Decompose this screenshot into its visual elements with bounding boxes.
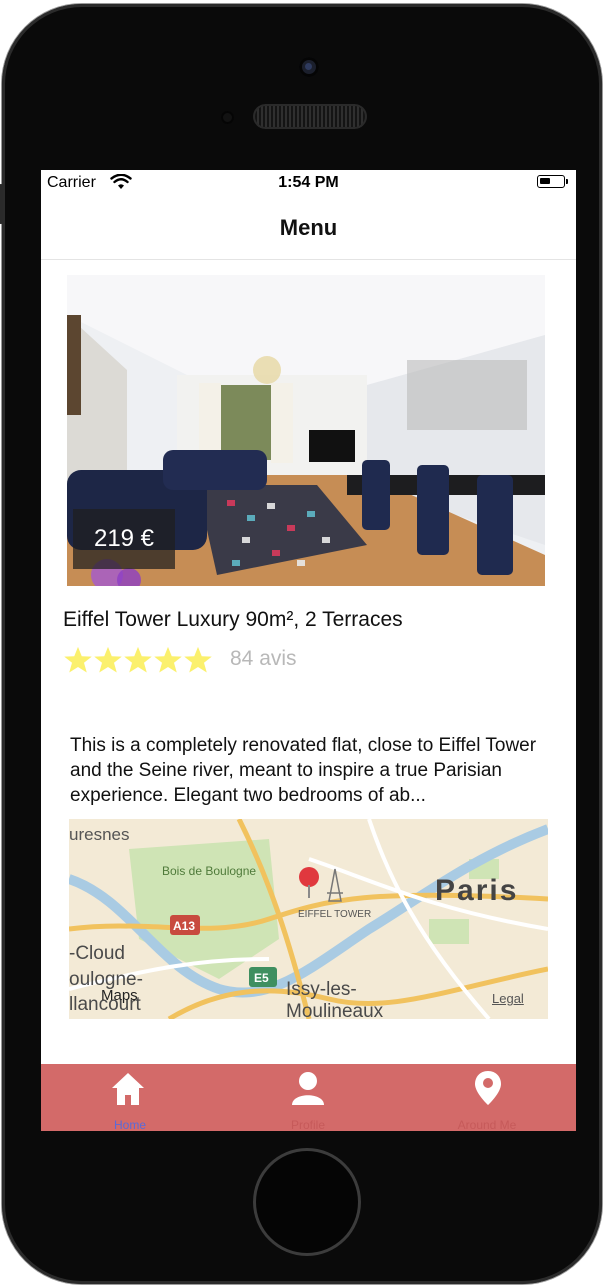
star-icon <box>154 646 182 673</box>
side-button <box>0 184 3 224</box>
map-label-e5: E5 <box>254 971 269 985</box>
home-icon <box>112 1073 144 1105</box>
map-label-eiffel: EIFFEL TOWER <box>298 909 372 920</box>
location-map[interactable]: uresnes Bois de Boulogne Paris EIFFEL TO… <box>69 819 548 1019</box>
tab-around-me[interactable]: Around Me <box>398 1064 576 1131</box>
map-label-a13: A13 <box>173 919 196 933</box>
map-label-suresnes: uresnes <box>69 825 130 844</box>
tab-home[interactable]: Home <box>41 1064 219 1131</box>
earpiece-speaker <box>253 104 367 129</box>
clock: 1:54 PM <box>278 174 339 191</box>
tab-profile-label: Profile <box>290 1118 325 1131</box>
map-label-issy: Issy-les- <box>286 979 357 1000</box>
star-icon <box>64 646 92 673</box>
status-bar: Carrier 1:54 PM <box>41 170 576 196</box>
location-pin-icon <box>475 1071 501 1105</box>
map-label-paris: Paris <box>435 874 519 907</box>
map-label-moulineaux: Moulineaux <box>286 1001 384 1019</box>
map-pin-icon <box>299 867 319 898</box>
rating-stars <box>63 645 213 677</box>
tab-home-label: Home <box>113 1118 146 1131</box>
review-count[interactable]: 84 avis <box>230 647 297 671</box>
page-title: Menu <box>279 215 338 240</box>
tab-bar: Home Profile Around Me <box>41 1064 576 1131</box>
tab-around-me-label: Around Me <box>457 1118 517 1131</box>
listing-description: This is a completely renovated flat, clo… <box>70 735 537 806</box>
star-icon <box>124 646 152 673</box>
maps-attribution: Maps <box>101 987 138 1004</box>
map-label-cloud: -Cloud <box>69 943 125 964</box>
map-label-bois: Bois de Boulogne <box>162 864 257 878</box>
front-camera <box>299 57 319 77</box>
map-legal-link[interactable]: Legal <box>492 991 524 1006</box>
app-screen: Carrier 1:54 PM Menu 219 € Eiffel Tower … <box>41 170 576 1131</box>
star-icon <box>184 646 212 673</box>
navigation-bar: Menu <box>41 196 576 260</box>
star-icon <box>94 646 122 673</box>
battery-icon <box>537 175 568 188</box>
listing-title[interactable]: Eiffel Tower Luxury 90m², 2 Terraces <box>63 608 403 632</box>
proximity-sensor <box>221 111 234 124</box>
user-icon <box>292 1072 324 1105</box>
price-tag: 219 € <box>73 509 175 569</box>
listing-photo[interactable]: 219 € <box>67 275 545 586</box>
home-button[interactable] <box>253 1148 361 1256</box>
tab-profile[interactable]: Profile <box>219 1064 397 1131</box>
phone-frame: Carrier 1:54 PM Menu 219 € Eiffel Tower … <box>0 4 602 1284</box>
